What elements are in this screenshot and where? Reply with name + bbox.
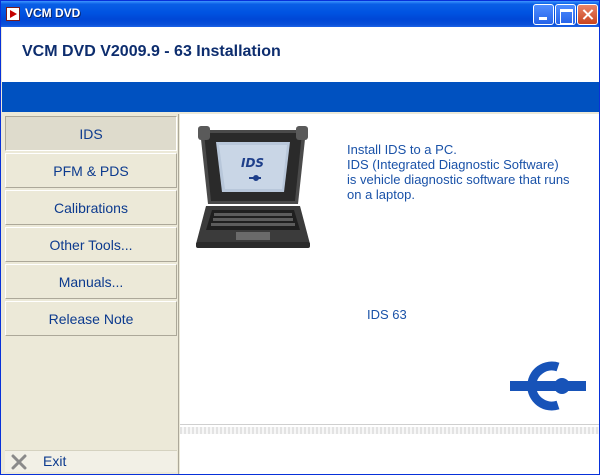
divider: [180, 427, 599, 434]
sidebar-item-manuals[interactable]: Manuals...: [5, 264, 177, 299]
description-line: on a laptop.: [347, 187, 415, 202]
page-title: VCM DVD V2009.9 - 63 Installation: [22, 43, 281, 60]
sidebar-item-release-note[interactable]: Release Note: [5, 301, 177, 336]
laptop-screen-label: IDS: [241, 156, 264, 170]
product-description: Install IDS to a PC. IDS (Integrated Dia…: [347, 142, 597, 202]
title-bar[interactable]: VCM DVD: [1, 1, 599, 27]
laptop-image: IDS: [196, 126, 310, 248]
minimize-button[interactable]: [533, 4, 554, 25]
content-panel: IDS Install IDS to a PC. IDS (Integrated…: [180, 114, 599, 424]
description-line: IDS (Integrated Diagnostic Software): [347, 157, 559, 172]
sidebar-item-calibrations[interactable]: Calibrations: [5, 190, 177, 225]
sidebar: IDS PFM & PDS Calibrations Other Tools..…: [2, 114, 179, 474]
status-area: [180, 424, 599, 474]
exit-button[interactable]: Exit: [5, 450, 177, 472]
close-button[interactable]: [577, 4, 598, 25]
brand-logo: [510, 361, 586, 411]
description-line: is vehicle diagnostic software that runs: [347, 172, 570, 187]
maximize-button[interactable]: [555, 4, 576, 25]
x-icon: [11, 454, 27, 470]
exit-label: Exit: [43, 453, 67, 469]
app-icon: [6, 7, 20, 21]
sidebar-item-pfm-pds[interactable]: PFM & PDS: [5, 153, 177, 188]
window-title: VCM DVD: [25, 6, 81, 20]
header-band: [2, 82, 599, 112]
version-label: IDS 63: [367, 307, 407, 322]
app-window: VCM DVD VCM DVD V2009.9 - 63 Installatio…: [0, 0, 600, 475]
header-banner: VCM DVD V2009.9 - 63 Installation: [2, 27, 599, 82]
sidebar-item-other-tools[interactable]: Other Tools...: [5, 227, 177, 262]
sidebar-item-ids[interactable]: IDS: [5, 116, 177, 151]
description-line: Install IDS to a PC.: [347, 142, 457, 157]
